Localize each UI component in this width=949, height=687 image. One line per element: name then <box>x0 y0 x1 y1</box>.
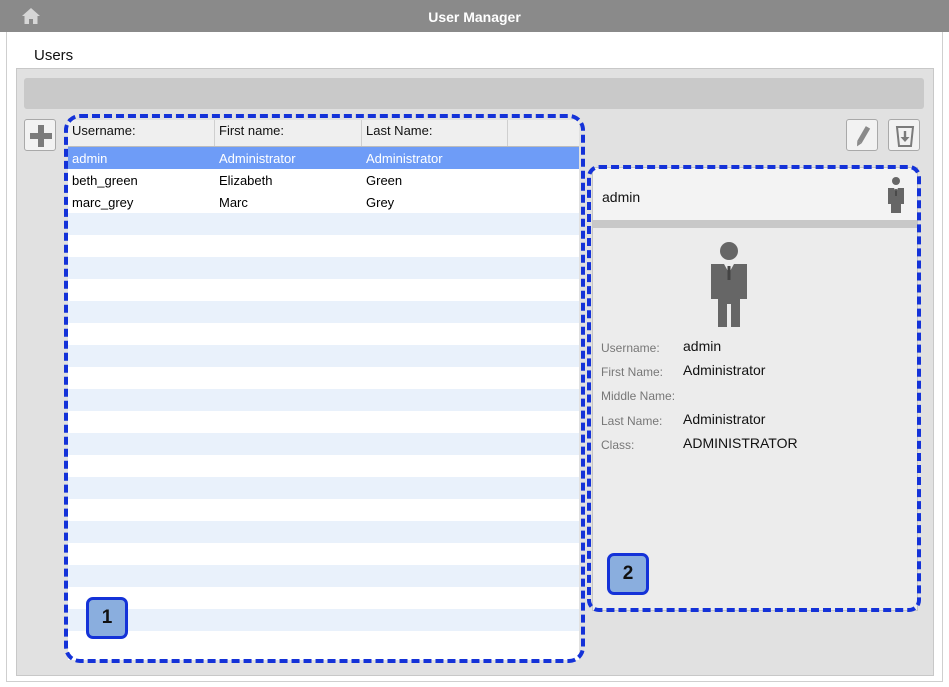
window-title: User Manager <box>428 9 521 25</box>
section-title: Users <box>34 47 74 64</box>
delete-user-button[interactable] <box>888 119 920 151</box>
filter-bar <box>24 78 924 109</box>
edit-user-button[interactable] <box>846 119 878 151</box>
add-user-button[interactable] <box>24 119 56 151</box>
callout-badge-2: 2 <box>607 553 649 595</box>
title-bar: User Manager <box>0 0 949 32</box>
pencil-icon <box>857 126 871 147</box>
trash-icon <box>895 126 915 147</box>
callout-outline-details <box>587 165 921 612</box>
plus-icon <box>30 125 52 147</box>
callout-badge-1: 1 <box>86 597 128 639</box>
callout-outline-table <box>64 114 585 663</box>
